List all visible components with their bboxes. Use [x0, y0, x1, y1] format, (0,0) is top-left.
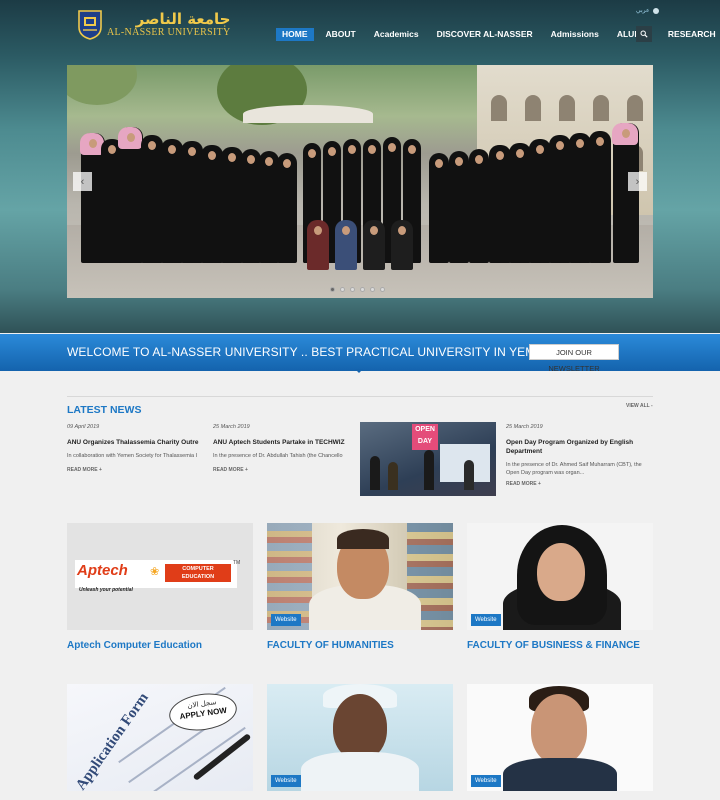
card-title[interactable]: FACULTY OF HUMANITIES [267, 640, 453, 651]
news-divider [67, 396, 653, 397]
slider-dot[interactable] [360, 287, 365, 292]
tent-graphic [243, 105, 373, 123]
aptech-logo-word: Aptech [77, 562, 128, 579]
faculty-image[interactable]: Website [467, 684, 653, 791]
language-switch[interactable]: عربي [636, 7, 659, 14]
news-date: 25 March 2019 [506, 424, 543, 430]
language-link[interactable]: عربي [636, 7, 650, 14]
news-title[interactable]: ANU Organizes Thalassemia Charity Outre [67, 439, 205, 446]
news-description: In the presence of Dr. Ahmed Saif Muharr… [506, 462, 653, 478]
site-header: جامعة الناصر AL-NASSER UNIVERSITY عربي H… [0, 0, 720, 333]
tree-graphic [67, 65, 137, 105]
welcome-notch [355, 369, 363, 373]
aptech-logo-tag: COMPUTER EDUCATION [165, 564, 231, 582]
newsletter-button[interactable]: JOIN OUR NEWSLETTER [529, 344, 619, 373]
news-title[interactable]: ANU Aptech Students Partake in TECHWIZ [213, 439, 350, 446]
latest-news-title: LATEST NEWS [67, 404, 142, 416]
aptech-tag-line: COMPUTER [182, 566, 214, 572]
chevron-right-icon: › [635, 175, 640, 188]
website-badge[interactable]: Website [271, 614, 301, 626]
website-badge[interactable]: Website [471, 614, 501, 626]
welcome-text: WELCOME TO AL-NASSER UNIVERSITY .. BEST … [67, 345, 553, 359]
welcome-bar: WELCOME TO AL-NASSER UNIVERSITY .. BEST … [0, 334, 720, 373]
hero-slider[interactable]: ‹ › [67, 65, 653, 298]
news-date: 25 March 2019 [213, 424, 250, 430]
slider-pagination [330, 287, 385, 292]
news-title-line[interactable]: Department [506, 447, 653, 456]
card-aptech[interactable]: Aptech ❀ COMPUTER EDUCATION Unleash your… [67, 523, 253, 651]
card-apply[interactable]: Application Form سجل الان APPLY NOW [67, 684, 253, 800]
card-business[interactable]: Website FACULTY OF BUSINESS & FINANCE [467, 523, 653, 651]
read-more-link[interactable]: READ MORE + [67, 467, 205, 473]
globe-icon [652, 7, 659, 14]
news-title[interactable]: Open Day Program Organized by English De… [506, 438, 653, 457]
card-title[interactable]: Aptech Computer Education [67, 640, 253, 651]
view-all-link[interactable]: VIEW ALL - [626, 403, 653, 409]
slider-prev-button[interactable]: ‹ [73, 172, 92, 191]
apply-now-image[interactable]: Application Form سجل الان APPLY NOW [67, 684, 253, 791]
business-image[interactable]: Website [467, 523, 653, 630]
card-faculty[interactable]: Website [467, 684, 653, 800]
card-medical[interactable]: Website [267, 684, 453, 800]
website-badge[interactable]: Website [271, 775, 301, 787]
nav-admissions[interactable]: Admissions [545, 28, 605, 41]
slider-dot[interactable] [380, 287, 385, 292]
aptech-trademark: TM [233, 560, 241, 566]
news-item[interactable]: 25 March 2019 Open Day Program Organized… [506, 424, 653, 487]
aptech-slogan: Unleash your potential [79, 587, 133, 593]
news-description: In collaboration with Yemen Society for … [67, 453, 198, 459]
slider-dot[interactable] [330, 287, 335, 292]
news-title-line[interactable]: Open Day Program Organized by English [506, 438, 653, 447]
news-description-line: In the presence of Dr. Ahmed Saif Muharr… [506, 461, 642, 468]
news-thumbnail[interactable]: OPEN DAY [360, 422, 496, 496]
news-item[interactable]: 09 April 2019 ANU Organizes Thalassemia … [67, 424, 205, 473]
paw-icon: ❀ [150, 566, 160, 578]
slider-dot[interactable] [370, 287, 375, 292]
search-button[interactable] [636, 26, 652, 42]
university-logo[interactable]: جامعة الناصر AL-NASSER UNIVERSITY [77, 9, 231, 40]
humanities-image[interactable]: Website [267, 523, 453, 630]
website-badge[interactable]: Website [471, 775, 501, 787]
application-form-text: Application Form [73, 690, 152, 791]
aptech-tag-line: EDUCATION [181, 574, 215, 580]
medical-image[interactable]: Website [267, 684, 453, 791]
nav-research[interactable]: RESEARCH [662, 28, 720, 41]
aptech-logo-image[interactable]: Aptech ❀ COMPUTER EDUCATION Unleash your… [67, 523, 253, 630]
crest-icon [77, 9, 103, 40]
read-more-link[interactable]: READ MORE + [506, 481, 653, 487]
card-humanities[interactable]: Website FACULTY OF HUMANITIES [267, 523, 453, 651]
nav-about[interactable]: ABOUT [320, 28, 362, 41]
search-icon [640, 30, 648, 38]
news-date: 09 April 2019 [67, 424, 100, 430]
slider-dot[interactable] [350, 287, 355, 292]
nav-discover[interactable]: DISCOVER AL-NASSER [431, 28, 539, 41]
slider-dot[interactable] [340, 287, 345, 292]
open-day-banner: OPEN DAY [412, 424, 438, 450]
read-more-link[interactable]: READ MORE + [213, 467, 350, 473]
slider-next-button[interactable]: › [628, 172, 647, 191]
news-item[interactable]: 25 March 2019 ANU Aptech Students Partak… [213, 424, 350, 473]
nav-academics[interactable]: Academics [368, 28, 425, 41]
apply-now-tag: سجل الان APPLY NOW [166, 689, 240, 735]
logo-english-text: AL-NASSER UNIVERSITY [107, 26, 231, 38]
main-nav: HOME ABOUT Academics DISCOVER AL-NASSER … [276, 28, 720, 41]
news-description-line: Open Day program was organ... [506, 469, 585, 476]
chevron-left-icon: ‹ [80, 175, 85, 188]
nav-home[interactable]: HOME [276, 28, 314, 41]
card-title[interactable]: FACULTY OF BUSINESS & FINANCE [467, 640, 653, 651]
logo-arabic-text: جامعة الناصر [135, 9, 231, 28]
news-description: In the presence of Dr. Abdullah Tahish (… [213, 453, 343, 459]
